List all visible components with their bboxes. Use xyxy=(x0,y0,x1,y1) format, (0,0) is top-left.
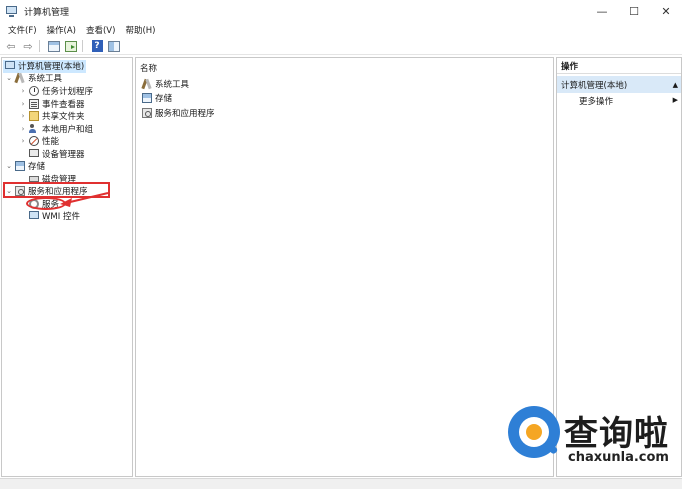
clock-icon xyxy=(29,86,39,97)
expand-toggle[interactable]: › xyxy=(19,87,27,95)
list-item-label: 服务和应用程序 xyxy=(155,108,215,119)
performance-icon xyxy=(29,136,39,147)
services-apps-icon xyxy=(142,107,152,118)
shared-folder-icon xyxy=(29,111,39,122)
actions-header: 操作 xyxy=(557,58,681,74)
toolbar-separator xyxy=(39,40,40,52)
list-item[interactable]: 系统工具 xyxy=(140,77,189,90)
collapse-toggle[interactable]: ⌄ xyxy=(5,74,13,82)
users-icon xyxy=(29,123,39,134)
tree-item-task-scheduler[interactable]: › 任务计划程序 xyxy=(19,85,93,98)
event-viewer-icon xyxy=(29,98,39,109)
tree-item-local-users[interactable]: › 本地用户和组 xyxy=(19,123,93,136)
expand-toggle[interactable]: › xyxy=(19,125,27,133)
help-button[interactable]: ? xyxy=(90,40,104,53)
tree-item-label: 共享文件夹 xyxy=(42,112,85,123)
back-button[interactable]: ⇦ xyxy=(4,40,18,53)
forward-arrow-icon: ⇨ xyxy=(23,39,33,53)
collapse-up-icon[interactable]: ▲ xyxy=(673,81,678,89)
device-manager-icon xyxy=(29,148,39,157)
details-pane[interactable]: 名称 系统工具 存储 服务和应用程序 xyxy=(135,57,554,477)
collapse-toggle[interactable]: ⌄ xyxy=(5,162,13,170)
tree-item-storage[interactable]: ⌄ 存储 xyxy=(5,160,45,173)
annotation-circle xyxy=(26,197,66,210)
tree-item-label: 存储 xyxy=(28,162,46,173)
computer-management-icon xyxy=(6,5,18,17)
tools-icon xyxy=(15,73,25,83)
tree-item-device-manager[interactable]: 设备管理器 xyxy=(19,148,85,161)
console-tree-icon xyxy=(48,40,60,52)
watermark-logo-icon xyxy=(508,406,560,458)
help-icon: ? xyxy=(91,40,103,52)
toolbar: ⇦ ⇨ ? xyxy=(0,38,682,55)
window-title: 计算机管理 xyxy=(24,7,70,18)
watermark: 查询啦 chaxunla.com xyxy=(505,402,682,472)
tree-item-label: 任务计划程序 xyxy=(42,87,94,98)
name-column-header[interactable]: 名称 xyxy=(140,62,157,74)
storage-icon xyxy=(15,161,25,172)
tree-item-label: 设备管理器 xyxy=(42,149,85,160)
tree-item-system-tools[interactable]: ⌄ 系统工具 xyxy=(5,72,62,85)
close-button[interactable]: ✕ xyxy=(650,0,682,22)
list-item[interactable]: 存储 xyxy=(140,91,172,104)
forward-button[interactable]: ⇨ xyxy=(21,40,35,53)
tree-item-root[interactable]: 计算机管理(本地) xyxy=(3,60,87,73)
maximize-button[interactable]: ☐ xyxy=(618,0,650,22)
menu-action[interactable]: 操作(A) xyxy=(42,24,81,36)
wmi-icon xyxy=(29,211,39,220)
export-list-button[interactable] xyxy=(64,40,78,53)
list-item[interactable]: 服务和应用程序 xyxy=(140,106,215,119)
show-action-pane-button[interactable] xyxy=(107,40,121,53)
title-bar: 计算机管理 — ☐ ✕ xyxy=(0,0,682,22)
tree-item-label: 事件查看器 xyxy=(42,99,85,110)
storage-icon xyxy=(142,92,152,103)
show-hide-tree-button[interactable] xyxy=(47,40,61,53)
tree-item-label: 性能 xyxy=(42,137,60,148)
menu-file[interactable]: 文件(F) xyxy=(0,24,42,36)
tree-item-label: 计算机管理(本地) xyxy=(18,62,85,73)
tree-item-shared-folders[interactable]: › 共享文件夹 xyxy=(19,110,85,123)
annotation-highlight-box xyxy=(3,182,110,198)
computer-icon xyxy=(5,61,15,70)
tree-item-label: 本地用户和组 xyxy=(42,124,94,135)
expand-toggle[interactable]: › xyxy=(19,100,27,108)
more-actions-link[interactable]: 更多操作 xyxy=(579,95,613,107)
action-pane-icon xyxy=(108,40,120,52)
tree-item-label: 系统工具 xyxy=(28,74,63,85)
console-tree-pane[interactable]: 计算机管理(本地) ⌄ 系统工具 › 任务计划程序 › 事件查看器 › 共享文件… xyxy=(1,57,133,477)
watermark-title: 查询啦 xyxy=(564,414,669,454)
export-icon xyxy=(65,40,77,52)
expand-toggle[interactable]: › xyxy=(19,137,27,145)
disk-icon xyxy=(29,175,39,182)
menu-view[interactable]: 查看(V) xyxy=(81,24,120,36)
actions-section-computer-management[interactable]: 计算机管理(本地) ▲ xyxy=(557,76,681,93)
watermark-url: chaxunla.com xyxy=(568,450,669,465)
menu-bar: 文件(F) 操作(A) 查看(V) 帮助(H) xyxy=(0,22,682,38)
minimize-button[interactable]: — xyxy=(586,0,618,22)
tools-icon xyxy=(142,79,152,89)
tree-item-performance[interactable]: › 性能 xyxy=(19,135,59,148)
expand-toggle[interactable]: › xyxy=(19,112,27,120)
tree-item-label: WMI 控件 xyxy=(42,212,80,223)
back-arrow-icon: ⇦ xyxy=(6,39,16,53)
chevron-right-icon: ▶ xyxy=(672,96,678,104)
menu-help[interactable]: 帮助(H) xyxy=(120,24,160,36)
tree-item-event-viewer[interactable]: › 事件查看器 xyxy=(19,98,85,111)
header-divider xyxy=(136,75,555,76)
list-item-label: 存储 xyxy=(155,93,173,104)
status-bar xyxy=(0,478,682,489)
list-item-label: 系统工具 xyxy=(155,79,190,90)
tree-item-wmi-control[interactable]: WMI 控件 xyxy=(19,210,80,223)
actions-section-label: 计算机管理(本地) xyxy=(561,80,628,91)
toolbar-separator xyxy=(82,40,83,52)
